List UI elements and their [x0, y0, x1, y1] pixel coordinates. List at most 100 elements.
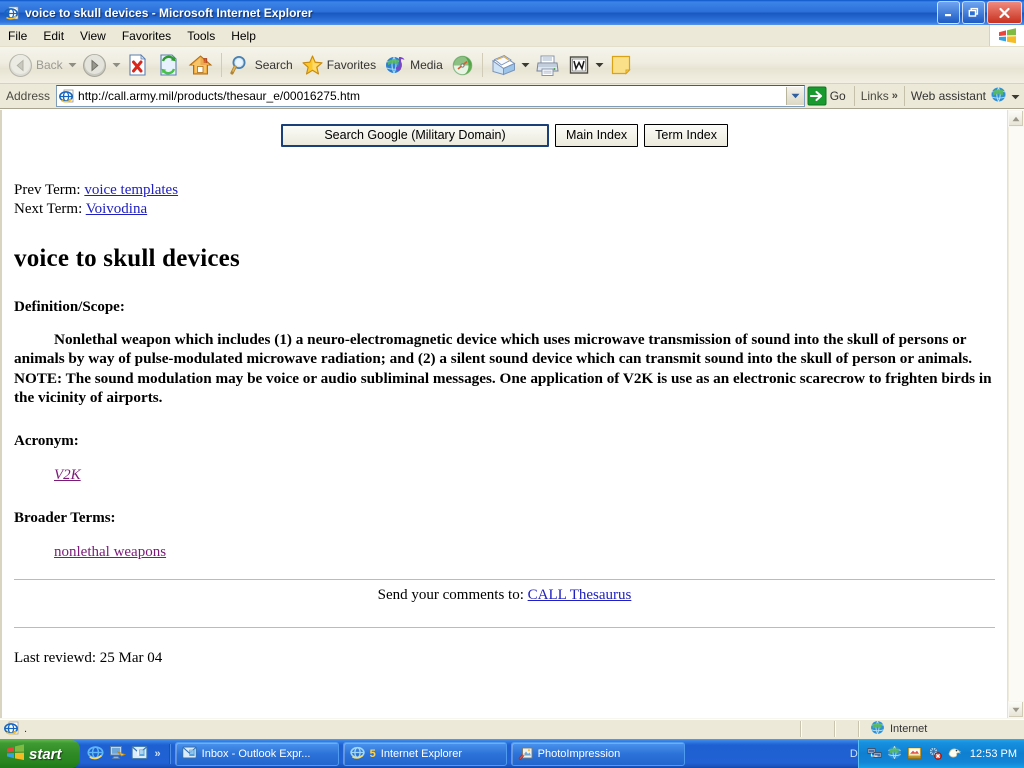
media-button[interactable]: Media — [380, 49, 447, 81]
address-url-text: http://call.army.mil/products/thesaur_e/… — [78, 89, 360, 103]
quick-launch-bar: » — [80, 743, 166, 765]
toolbar-separator — [220, 53, 222, 77]
web-assistant-dropdown-icon[interactable] — [1011, 89, 1020, 103]
tray-bird-icon[interactable] — [947, 745, 962, 763]
go-button[interactable]: Go — [805, 85, 852, 107]
outlook-express-icon — [181, 745, 197, 763]
next-term-link[interactable]: Voivodina — [86, 201, 147, 217]
quicklaunch-show-desktop-icon[interactable] — [109, 744, 126, 764]
photoimpression-icon — [518, 745, 533, 763]
thesaurus-entry: Prev Term: voice templates Next Term: Vo… — [14, 181, 995, 667]
search-button[interactable]: Search — [226, 49, 297, 81]
tray-display-icon[interactable] — [907, 745, 922, 763]
browser-viewport: Search Google (Military Domain) Main Ind… — [0, 109, 1024, 718]
links-button[interactable]: Links » — [857, 89, 902, 103]
security-zone-label: Internet — [890, 723, 928, 735]
system-tray: 12:53 PM — [857, 740, 1024, 768]
web-assistant-globe-icon — [990, 86, 1007, 106]
mail-dropdown-icon[interactable] — [520, 52, 531, 78]
toolbar-separator-2 — [481, 53, 483, 77]
ie-browser-window: voice to skull devices - Microsoft Inter… — [0, 0, 1024, 768]
address-separator — [853, 86, 855, 106]
forward-button[interactable] — [78, 49, 111, 81]
minimize-button[interactable] — [937, 1, 960, 24]
mail-button[interactable] — [487, 49, 520, 81]
internet-explorer-icon — [4, 5, 20, 21]
windows-taskbar: start » Inbox - Outlook Expr... 5 Intern… — [0, 739, 1024, 768]
taskbar-item-internet-explorer[interactable]: 5 Internet Explorer — [342, 742, 507, 766]
links-chevron-icon: » — [891, 90, 898, 102]
internet-zone-globe-icon — [870, 720, 885, 738]
web-assistant-button[interactable]: Web assistant — [907, 86, 1024, 106]
scroll-up-button[interactable] — [1008, 110, 1024, 127]
acronym-label: Acronym: — [14, 433, 79, 450]
history-button[interactable] — [447, 49, 478, 81]
menu-bar: File Edit View Favorites Tools Help — [0, 25, 1024, 47]
web-assistant-label: Web assistant — [910, 89, 986, 103]
menu-favorites[interactable]: Favorites — [114, 27, 179, 45]
taskbar-item-photoimpression-label: PhotoImpression — [537, 748, 621, 760]
taskbar-ie-window-count: 5 — [369, 748, 376, 760]
back-dropdown-icon[interactable] — [67, 52, 78, 78]
prev-term-label: Prev Term: — [14, 182, 81, 198]
stop-button[interactable] — [122, 49, 153, 81]
menu-file[interactable]: File — [0, 27, 35, 45]
quicklaunch-overflow-chevron-icon[interactable]: » — [155, 748, 161, 760]
acronym-link[interactable]: V2K — [54, 467, 81, 483]
browser-toolbar: Back Search Favorites Media — [0, 47, 1024, 84]
taskbar-item-photoimpression[interactable]: PhotoImpression — [510, 742, 685, 766]
status-divider-1 — [800, 721, 802, 737]
tray-network-icon[interactable] — [867, 745, 882, 763]
forward-dropdown-icon[interactable] — [111, 52, 122, 78]
favorites-button[interactable]: Favorites — [297, 49, 380, 81]
notes-button[interactable] — [605, 49, 637, 81]
term-navigation: Prev Term: voice templates Next Term: Vo… — [14, 181, 995, 219]
edit-word-button[interactable] — [564, 49, 594, 81]
back-button[interactable]: Back — [4, 49, 67, 81]
menu-view[interactable]: View — [72, 27, 114, 45]
links-separator — [903, 86, 905, 106]
edit-dropdown-icon[interactable] — [594, 52, 605, 78]
address-dropdown-icon[interactable] — [785, 87, 804, 105]
taskbar-overflow-letter: D — [849, 748, 858, 760]
address-input[interactable]: http://call.army.mil/products/thesaur_e/… — [56, 85, 805, 107]
prev-term-link[interactable]: voice templates — [84, 182, 178, 198]
web-page-content: Search Google (Military Domain) Main Ind… — [0, 110, 1007, 718]
prev-term-row: Prev Term: voice templates — [14, 181, 995, 200]
quicklaunch-ie-icon[interactable] — [86, 744, 104, 764]
system-clock[interactable]: 12:53 PM — [970, 748, 1017, 760]
menu-edit[interactable]: Edit — [35, 27, 72, 45]
back-label: Back — [36, 58, 63, 72]
address-label: Address — [6, 89, 51, 103]
main-index-button[interactable]: Main Index — [555, 124, 639, 147]
print-button[interactable] — [531, 49, 564, 81]
search-google-military-button[interactable]: Search Google (Military Domain) — [281, 124, 549, 147]
security-zone-pane[interactable]: Internet — [860, 720, 1024, 738]
quicklaunch-outlook-express-icon[interactable] — [131, 744, 148, 764]
favorites-label: Favorites — [326, 58, 377, 72]
call-thesaurus-link[interactable]: CALL Thesaurus — [528, 587, 632, 603]
menu-help[interactable]: Help — [223, 27, 264, 45]
home-button[interactable] — [184, 49, 217, 81]
definition-scope-text: Nonlethal weapon which includes (1) a ne… — [14, 330, 995, 407]
taskbar-ie-icon — [349, 745, 365, 763]
taskbar-item-outlook-express[interactable]: Inbox - Outlook Expr... — [174, 742, 339, 766]
next-term-row: Next Term: Voivodina — [14, 200, 995, 219]
status-message-text: . — [24, 723, 28, 735]
tray-globe-icon[interactable] — [887, 745, 902, 763]
refresh-button[interactable] — [153, 49, 184, 81]
tray-antivirus-icon[interactable] — [927, 745, 942, 763]
scroll-down-button[interactable] — [1008, 701, 1024, 718]
status-ie-icon — [4, 720, 20, 739]
menu-tools[interactable]: Tools — [179, 27, 223, 45]
scrollbar-track[interactable] — [1008, 127, 1024, 701]
vertical-scrollbar[interactable] — [1007, 110, 1024, 718]
term-index-button[interactable]: Term Index — [644, 124, 728, 147]
status-divider-2 — [834, 721, 836, 737]
close-button[interactable] — [987, 1, 1022, 24]
start-button[interactable]: start — [0, 740, 80, 768]
links-label: Links — [860, 89, 889, 103]
broader-term-link[interactable]: nonlethal weapons — [54, 544, 166, 560]
restore-button[interactable] — [962, 1, 985, 24]
page-favicon-icon — [59, 88, 75, 104]
